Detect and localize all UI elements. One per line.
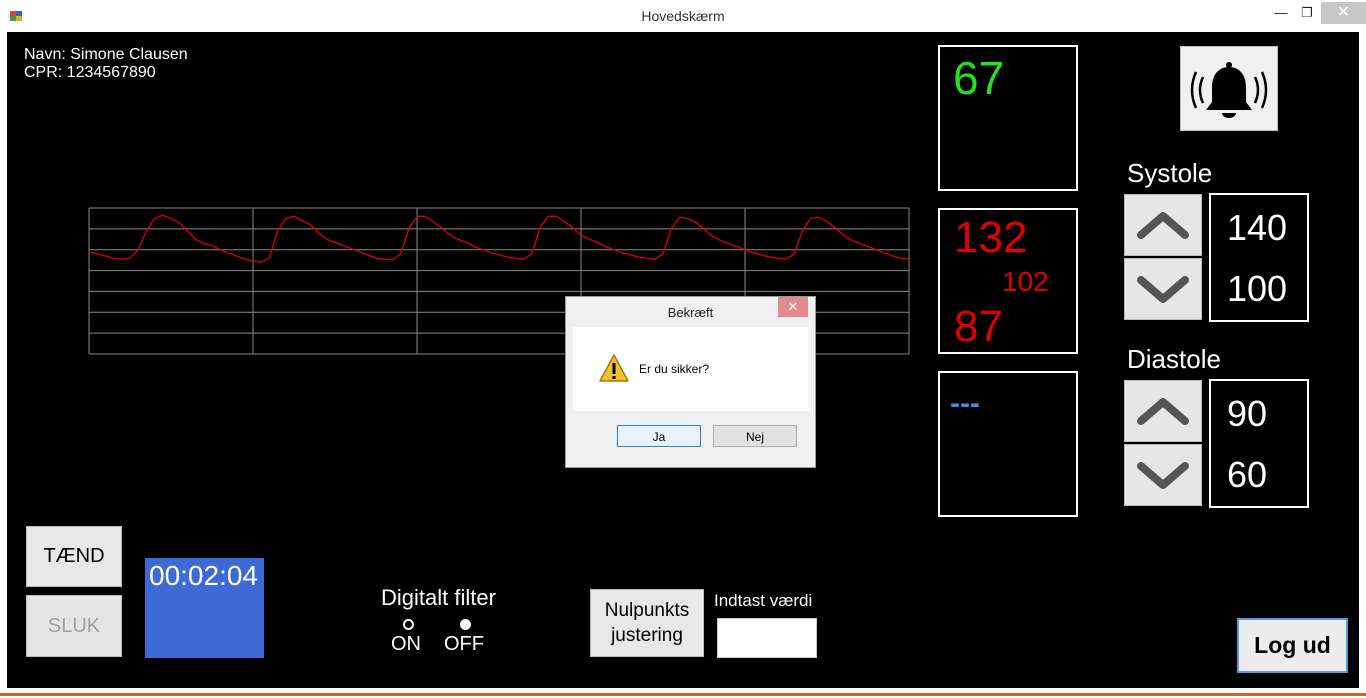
power-on-button[interactable]: TÆND	[26, 526, 122, 587]
zero-adjust-button[interactable]: Nulpunkts justering	[590, 589, 704, 657]
diastole-lower-value: 60	[1227, 454, 1268, 495]
minimize-button[interactable]: —	[1268, 2, 1294, 24]
close-window-button[interactable]: ✕	[1321, 2, 1366, 24]
diastole-label: Diastole	[1127, 344, 1221, 374]
systole-up-button[interactable]	[1124, 194, 1202, 256]
patient-name: Navn: Simone Clausen	[24, 46, 188, 63]
pressure-box: 132 102 87	[938, 208, 1078, 354]
zero-adjust-line2: justering	[611, 625, 683, 646]
third-value-box: ---	[938, 371, 1078, 517]
chevron-down-icon	[1137, 276, 1189, 303]
chevron-up-icon	[1137, 398, 1189, 425]
digital-filter-label: Digitalt filter	[381, 585, 496, 610]
filter-off-label: OFF	[444, 633, 484, 655]
dialog-yes-button[interactable]: Ja	[617, 425, 701, 447]
filter-off-radio[interactable]	[460, 619, 471, 630]
window-bottom-edge	[0, 688, 1366, 698]
timer-value: 00:02:04	[149, 560, 258, 591]
dialog-close-button[interactable]: ✕	[778, 297, 808, 317]
title-bar: Hovedskærm — ❐ ✕	[0, 0, 1366, 32]
alarm-button[interactable]	[1180, 46, 1278, 131]
pressure-series-line	[88, 214, 910, 263]
filter-on-label: ON	[391, 633, 421, 655]
chevron-down-icon	[1137, 462, 1189, 489]
dialog-footer: Ja Nej	[573, 411, 809, 461]
chevron-up-icon	[1137, 212, 1189, 239]
diastole-limits-box: 90 60	[1209, 379, 1309, 508]
input-value-label: Indtast værdi	[714, 591, 813, 610]
pulse-value: 67	[953, 52, 1005, 104]
pulse-box: 67	[938, 45, 1078, 191]
systole-label: Systole	[1127, 158, 1213, 188]
filter-on-radio[interactable]	[403, 619, 414, 630]
maximize-button[interactable]: ❐	[1294, 2, 1320, 24]
window-title: Hovedskærm	[641, 8, 725, 24]
patient-info: Navn: Simone Clausen CPR: 1234567890	[24, 46, 188, 82]
power-off-button[interactable]: SLUK	[26, 595, 122, 657]
systole-limits-box: 140 100	[1209, 193, 1309, 322]
value-input[interactable]	[717, 618, 817, 658]
diastole-down-button[interactable]	[1124, 444, 1202, 506]
systolic-value: 132	[954, 213, 1028, 262]
warning-icon	[599, 354, 629, 382]
zero-adjust-line1: Nulpunkts	[604, 600, 690, 621]
diastole-upper-value: 90	[1227, 393, 1268, 434]
third-value: ---	[950, 387, 980, 420]
diastolic-value: 87	[954, 302, 1003, 351]
systole-lower-value: 100	[1227, 268, 1288, 309]
mean-pressure-value: 102	[1002, 266, 1049, 297]
dialog-body: Er du sikker?	[573, 327, 809, 411]
patient-cpr: CPR: 1234567890	[24, 64, 156, 81]
dialog-no-button[interactable]: Nej	[713, 425, 797, 447]
diastole-up-button[interactable]	[1124, 380, 1202, 442]
confirm-dialog: Bekræft ✕ Er du sikker? Ja Nej	[565, 296, 816, 468]
logout-button[interactable]: Log ud	[1237, 618, 1348, 673]
dialog-message: Er du sikker?	[639, 362, 710, 376]
systole-down-button[interactable]	[1124, 258, 1202, 320]
timer-display: 00:02:04	[145, 558, 264, 658]
bell-icon	[1190, 62, 1268, 118]
systole-upper-value: 140	[1227, 207, 1288, 248]
